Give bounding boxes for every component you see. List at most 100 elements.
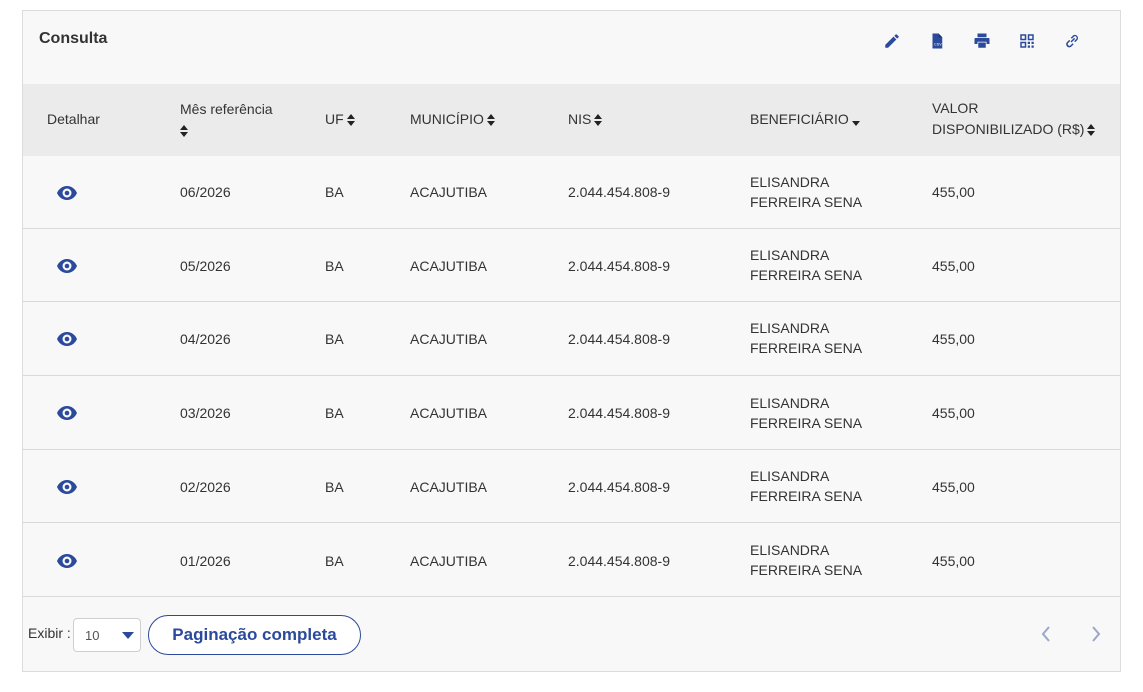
cell-municipio: ACAJUTIBA: [410, 405, 488, 421]
sort-icon: [1087, 124, 1096, 137]
cell-nis: 2.044.454.808-9: [568, 479, 670, 495]
cell-beneficiario: ELISANDRA FERREIRA SENA: [750, 174, 863, 210]
sort-desc-icon: [851, 114, 860, 127]
cell-municipio: ACAJUTIBA: [410, 331, 488, 347]
table-row: 05/2026 BA ACAJUTIBA 2.044.454.808-9 ELI…: [23, 229, 1120, 302]
page-size-value: 10: [85, 628, 100, 643]
qr-code-button[interactable]: [1004, 29, 1049, 53]
cell-mes: 03/2026: [180, 405, 231, 421]
edit-icon: [884, 34, 899, 48]
cell-mes: 06/2026: [180, 184, 231, 200]
cell-nis: 2.044.454.808-9: [568, 184, 670, 200]
chevron-left-icon: [1041, 626, 1050, 642]
caret-down-icon: [122, 632, 134, 639]
cell-mes: 04/2026: [180, 331, 231, 347]
header-mes-referencia[interactable]: Mês referência: [180, 99, 273, 141]
detail-button[interactable]: [57, 480, 77, 494]
sort-icon: [346, 114, 355, 127]
panel-header: Consulta CSV: [23, 11, 1120, 83]
header-valor-label-2: DISPONIBILIZADO (R$): [932, 121, 1085, 137]
header-nis[interactable]: NIS: [568, 109, 603, 130]
toolbar: CSV: [869, 29, 1094, 53]
csv-file-icon: CSV: [932, 33, 942, 49]
cell-uf: BA: [325, 405, 344, 421]
qr-code-icon: [1019, 34, 1034, 48]
header-uf[interactable]: UF: [325, 109, 355, 130]
cell-uf: BA: [325, 331, 344, 347]
panel-title: Consulta: [39, 30, 108, 47]
cell-nis: 2.044.454.808-9: [568, 553, 670, 569]
print-button[interactable]: [959, 29, 1004, 53]
table-row: 04/2026 BA ACAJUTIBA 2.044.454.808-9 ELI…: [23, 303, 1120, 376]
header-valor[interactable]: VALOR DISPONIBILIZADO (R$): [932, 98, 1096, 140]
header-detalhar: Detalhar: [47, 111, 100, 127]
svg-text:CSV: CSV: [934, 43, 942, 47]
table-row: 06/2026 BA ACAJUTIBA 2.044.454.808-9 ELI…: [23, 156, 1120, 229]
cell-mes: 01/2026: [180, 553, 231, 569]
link-button[interactable]: [1049, 29, 1094, 53]
cell-nis: 2.044.454.808-9: [568, 331, 670, 347]
cell-municipio: ACAJUTIBA: [410, 479, 488, 495]
sort-icon: [486, 114, 495, 127]
sort-icon: [180, 125, 188, 138]
cell-municipio: ACAJUTIBA: [410, 553, 488, 569]
header-beneficiario[interactable]: BENEFICIÁRIO: [750, 109, 860, 130]
detail-button[interactable]: [57, 554, 77, 568]
cell-valor: 455,00: [932, 258, 975, 274]
exibir-label: Exibir :: [28, 625, 71, 641]
cell-uf: BA: [325, 479, 344, 495]
consulta-panel: Consulta CSV Detalhar Mês referência UF …: [22, 10, 1121, 672]
link-icon: [1065, 34, 1078, 48]
table-row: 02/2026 BA ACAJUTIBA 2.044.454.808-9 ELI…: [23, 450, 1120, 523]
header-uf-label: UF: [325, 111, 344, 127]
header-municipio-label: MUNICÍPIO: [410, 111, 484, 127]
eye-icon: [57, 332, 77, 346]
paginacao-completa-button[interactable]: Paginação completa: [148, 615, 361, 655]
header-beneficiario-label: BENEFICIÁRIO: [750, 111, 849, 127]
cell-beneficiario: ELISANDRA FERREIRA SENA: [750, 320, 863, 356]
cell-nis: 2.044.454.808-9: [568, 405, 670, 421]
cell-uf: BA: [325, 553, 344, 569]
detail-button[interactable]: [57, 406, 77, 420]
cell-nis: 2.044.454.808-9: [568, 258, 670, 274]
csv-export-button[interactable]: CSV: [914, 29, 959, 53]
cell-valor: 455,00: [932, 479, 975, 495]
cell-mes: 02/2026: [180, 479, 231, 495]
page-size-select[interactable]: 10: [73, 618, 141, 652]
cell-municipio: ACAJUTIBA: [410, 184, 488, 200]
cell-valor: 455,00: [932, 331, 975, 347]
table-footer: Exibir : 10 Paginação completa: [23, 601, 1120, 671]
detail-button[interactable]: [57, 259, 77, 273]
chevron-right-icon: [1092, 626, 1101, 642]
eye-icon: [57, 480, 77, 494]
detail-button[interactable]: [57, 186, 77, 200]
table-header: Detalhar Mês referência UF MUNICÍPIO NIS…: [23, 84, 1120, 156]
table-row: 01/2026 BA ACAJUTIBA 2.044.454.808-9 ELI…: [23, 524, 1120, 597]
header-nis-label: NIS: [568, 111, 592, 127]
next-page-button[interactable]: [1090, 625, 1104, 645]
cell-municipio: ACAJUTIBA: [410, 258, 488, 274]
header-mes-referencia-label: Mês referência: [180, 101, 273, 117]
header-municipio[interactable]: MUNICÍPIO: [410, 109, 495, 130]
cell-uf: BA: [325, 258, 344, 274]
cell-valor: 455,00: [932, 184, 975, 200]
eye-icon: [57, 554, 77, 568]
header-valor-label-1: VALOR: [932, 100, 979, 116]
cell-mes: 05/2026: [180, 258, 231, 274]
edit-button[interactable]: [869, 29, 914, 53]
cell-valor: 455,00: [932, 405, 975, 421]
table-row: 03/2026 BA ACAJUTIBA 2.044.454.808-9 ELI…: [23, 377, 1120, 450]
cell-valor: 455,00: [932, 553, 975, 569]
eye-icon: [57, 186, 77, 200]
eye-icon: [57, 259, 77, 273]
cell-beneficiario: ELISANDRA FERREIRA SENA: [750, 468, 863, 504]
detail-button[interactable]: [57, 332, 77, 346]
cell-beneficiario: ELISANDRA FERREIRA SENA: [750, 542, 863, 578]
sort-icon: [594, 114, 603, 127]
eye-icon: [57, 406, 77, 420]
print-icon: [974, 33, 989, 48]
cell-uf: BA: [325, 184, 344, 200]
previous-page-button[interactable]: [1040, 625, 1054, 645]
cell-beneficiario: ELISANDRA FERREIRA SENA: [750, 247, 863, 283]
cell-beneficiario: ELISANDRA FERREIRA SENA: [750, 395, 863, 431]
